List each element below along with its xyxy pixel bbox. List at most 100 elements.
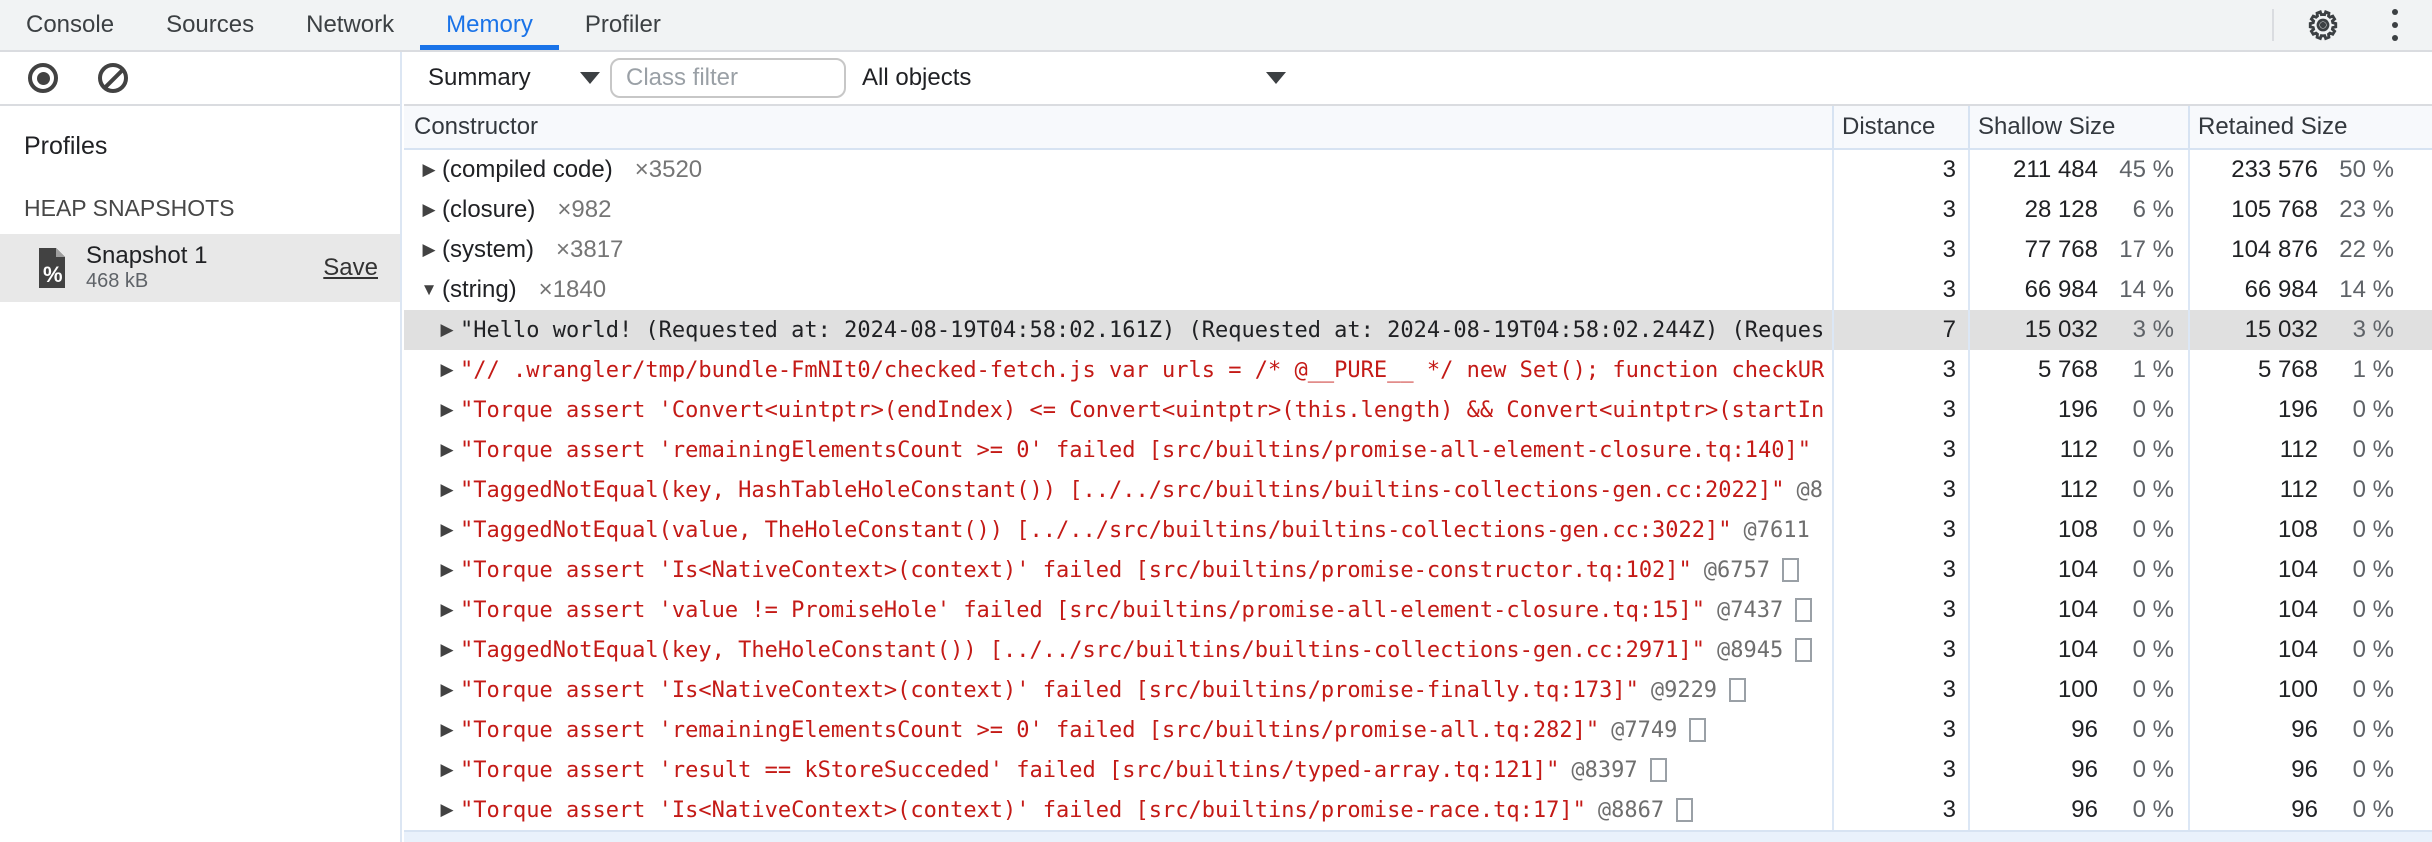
constructor-cell: ▶ "Hello world! (Requested at: 2024-08-1… [404, 310, 1832, 350]
table-row[interactable]: ▶ "Torque assert 'result == kStoreSucced… [404, 750, 2432, 790]
disclosure-triangle-icon[interactable]: ▶ [434, 680, 460, 700]
objects-scope-select[interactable]: All objects [862, 64, 1286, 92]
disclosure-triangle-icon[interactable]: ▶ [434, 560, 460, 580]
table-row[interactable]: ▶ "TaggedNotEqual(value, TheHoleConstant… [404, 510, 2432, 550]
tab-network[interactable]: Network [280, 0, 420, 50]
table-row[interactable]: ▶ "Torque assert 'remainingElementsCount… [404, 430, 2432, 470]
clear-icon [98, 63, 128, 93]
retained-size-cell: 112 0 % [2188, 470, 2432, 510]
retained-size-cell: 105 768 23 % [2188, 190, 2432, 230]
distance-cell: 3 [1832, 150, 1968, 190]
disclosure-triangle-icon[interactable]: ▶ [434, 800, 460, 820]
chevron-down-icon [1266, 72, 1286, 84]
settings-button[interactable] [2300, 2, 2346, 48]
record-icon [28, 63, 58, 93]
table-row[interactable]: ▶ "Torque assert 'Is<NativeContext>(cont… [404, 670, 2432, 710]
table-row[interactable]: ▶ "Torque assert 'value != PromiseHole' … [404, 590, 2432, 630]
shallow-size-percent: 1 % [2132, 356, 2174, 383]
disclosure-triangle-icon[interactable]: ▼ [416, 280, 442, 300]
shallow-size-cell: 96 0 % [1968, 710, 2188, 750]
retained-size-cell: 104 0 % [2188, 630, 2432, 670]
sidebar-toolbar [0, 52, 400, 106]
disclosure-triangle-icon[interactable]: ▶ [434, 400, 460, 420]
shallow-size-cell: 77 768 17 % [1968, 230, 2188, 270]
more-options-button[interactable] [2372, 2, 2418, 48]
retained-size-value: 66 984 [2244, 276, 2318, 303]
tab-profiler[interactable]: Profiler [559, 0, 687, 50]
table-row[interactable]: ▼ (string) ×1840 3 66 984 14 % 66 984 14… [404, 270, 2432, 310]
disclosure-triangle-icon[interactable]: ▶ [434, 640, 460, 660]
disclosure-triangle-icon[interactable]: ▶ [434, 360, 460, 380]
constructor-name: "TaggedNotEqual(key, HashTableHoleConsta… [460, 477, 1785, 503]
constructor-cell: ▶ "TaggedNotEqual(value, TheHoleConstant… [404, 510, 1832, 550]
disclosure-triangle-icon[interactable]: ▶ [416, 200, 442, 220]
grid-bottom-edge [404, 830, 2432, 842]
svg-text:%: % [43, 262, 63, 287]
table-row[interactable]: ▶ "Torque assert 'remainingElementsCount… [404, 710, 2432, 750]
table-row[interactable]: ▶ "Torque assert 'Is<NativeContext>(cont… [404, 550, 2432, 590]
shallow-size-percent: 0 % [2132, 636, 2174, 663]
retained-size-value: 108 [2277, 516, 2318, 543]
table-row[interactable]: ▶ (compiled code) ×3520 3 211 484 45 % 2… [404, 150, 2432, 190]
column-header-retained-size[interactable]: Retained Size [2188, 106, 2432, 148]
disclosure-triangle-icon[interactable]: ▶ [416, 240, 442, 260]
disclosure-triangle-icon[interactable]: ▶ [434, 720, 460, 740]
retained-size-percent: 22 % [2339, 236, 2394, 263]
sidebar-item-snapshot-1[interactable]: % Snapshot 1 468 kB Save [0, 234, 400, 302]
table-row[interactable]: ▶ "Torque assert 'Is<NativeContext>(cont… [404, 790, 2432, 830]
constructor-cell: ▶ (closure) ×982 [404, 190, 1832, 230]
retained-size-cell: 66 984 14 % [2188, 270, 2432, 310]
shallow-size-cell: 15 032 3 % [1968, 310, 2188, 350]
column-header-shallow-size[interactable]: Shallow Size [1968, 106, 2188, 148]
table-row[interactable]: ▶ (system) ×3817 3 77 768 17 % 104 876 2… [404, 230, 2432, 270]
save-snapshot-link[interactable]: Save [323, 254, 378, 282]
retained-size-value: 112 [2279, 436, 2318, 463]
disclosure-triangle-icon[interactable]: ▶ [434, 320, 460, 340]
shallow-size-cell: 112 0 % [1968, 430, 2188, 470]
disclosure-triangle-icon[interactable]: ▶ [434, 520, 460, 540]
constructor-cell: ▶ "Torque assert 'remainingElementsCount… [404, 710, 1832, 750]
disclosure-triangle-icon[interactable]: ▶ [434, 440, 460, 460]
retained-size-value: 104 [2277, 556, 2318, 583]
profiles-heading: Profiles [24, 132, 108, 160]
disclosure-triangle-icon[interactable]: ▶ [434, 480, 460, 500]
shallow-size-percent: 14 % [2119, 276, 2174, 303]
constructor-name: "TaggedNotEqual(value, TheHoleConstant()… [460, 517, 1732, 543]
distance-cell: 3 [1832, 190, 1968, 230]
retained-size-value: 96 [2291, 716, 2318, 743]
constructor-name: "Torque assert 'Is<NativeContext>(contex… [460, 557, 1692, 583]
disclosure-triangle-icon[interactable]: ▶ [434, 600, 460, 620]
clear-profiles-button[interactable] [90, 55, 136, 101]
shallow-size-percent: 0 % [2132, 396, 2174, 423]
disclosure-triangle-icon[interactable]: ▶ [434, 760, 460, 780]
detachment-box-icon [1795, 638, 1813, 662]
perspective-select[interactable]: Summary [428, 64, 600, 92]
disclosure-triangle-icon[interactable]: ▶ [416, 160, 442, 180]
detachment-box-icon [1729, 678, 1747, 702]
shallow-size-cell: 196 0 % [1968, 390, 2188, 430]
table-row[interactable]: ▶ (closure) ×982 3 28 128 6 % 105 768 23… [404, 190, 2432, 230]
table-row[interactable]: ▶ "Torque assert 'Convert<uintptr>(endIn… [404, 390, 2432, 430]
column-header-constructor[interactable]: Constructor [404, 106, 1832, 148]
table-row[interactable]: ▶ "// .wrangler/tmp/bundle-FmNIt0/checke… [404, 350, 2432, 390]
snapshot-size: 468 kB [86, 270, 149, 293]
heap-snapshot-view: Summary All objects Constructor Distance… [404, 52, 2432, 842]
shallow-size-cell: 108 0 % [1968, 510, 2188, 550]
take-heap-snapshot-button[interactable] [20, 55, 66, 101]
table-row[interactable]: ▶ "Hello world! (Requested at: 2024-08-1… [404, 310, 2432, 350]
object-id: @9229 [1650, 677, 1718, 703]
table-row[interactable]: ▶ "TaggedNotEqual(key, TheHoleConstant()… [404, 630, 2432, 670]
retained-size-percent: 3 % [2352, 316, 2394, 343]
tab-console[interactable]: Console [0, 0, 140, 50]
column-header-distance[interactable]: Distance [1832, 106, 1968, 148]
retained-size-value: 233 576 [2231, 156, 2318, 183]
retained-size-cell: 233 576 50 % [2188, 150, 2432, 190]
tab-memory[interactable]: Memory [420, 0, 559, 50]
retained-size-cell: 104 876 22 % [2188, 230, 2432, 270]
shallow-size-value: 96 [2071, 756, 2098, 783]
instance-count: ×982 [557, 196, 612, 223]
table-row[interactable]: ▶ "TaggedNotEqual(key, HashTableHoleCons… [404, 470, 2432, 510]
class-filter-input[interactable] [610, 58, 846, 98]
tab-sources[interactable]: Sources [140, 0, 280, 50]
snapshot-toolbar: Summary All objects [404, 52, 2432, 106]
